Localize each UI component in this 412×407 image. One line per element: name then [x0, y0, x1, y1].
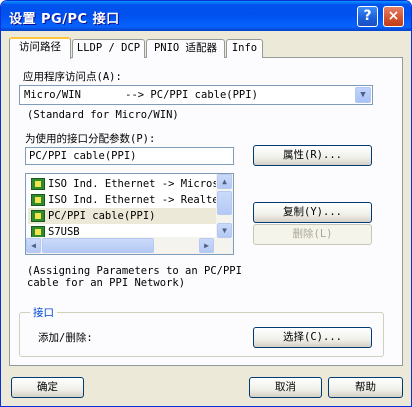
interface-description-line2: cable for an PPI Network)	[27, 277, 186, 289]
access-point-label: 应用程序访问点(A):	[23, 71, 122, 83]
scroll-right-icon[interactable]: ▶	[199, 238, 214, 253]
scroll-left-icon[interactable]: ◀	[26, 238, 41, 253]
close-icon: ×	[387, 8, 400, 24]
ok-button[interactable]: 确定	[11, 377, 84, 398]
add-remove-label: 添加/删除:	[38, 332, 93, 344]
access-point-select[interactable]: Micro/WIN --> PC/PPI cable(PPI) ▼	[19, 85, 373, 105]
interface-group-title: 接口	[30, 305, 57, 320]
dialog-window: 设置 PG/PC 接口 ? × 访问路径 LLDP / DCP PNIO 适配器…	[0, 0, 412, 407]
list-item[interactable]: ISO Ind. Ethernet -> Microso	[28, 176, 218, 192]
button-label: 属性(R)...	[283, 149, 342, 161]
button-label: 复制(Y)...	[283, 206, 342, 218]
question-icon: ?	[363, 8, 372, 24]
button-label: 帮助	[355, 381, 376, 393]
window-title: 设置 PG/PC 接口	[9, 12, 120, 27]
interface-description-line1: (Assigning Parameters to an PC/PPI	[27, 265, 242, 277]
cancel-button[interactable]: 取消	[249, 377, 322, 398]
horizontal-scrollbar[interactable]: ◀ ▶	[26, 237, 216, 254]
tab-label: PNIO 适配器	[153, 42, 218, 54]
vertical-scrollbar[interactable]: ▲ ▼	[216, 174, 233, 254]
list-item-label: ISO Ind. Ethernet -> Microso	[48, 178, 218, 190]
list-item-label: PC/PPI cable(PPI)	[48, 210, 156, 222]
tab-pnio-adapter[interactable]: PNIO 适配器	[146, 39, 225, 58]
chevron-down-icon[interactable]: ▼	[355, 87, 371, 103]
interface-group: 接口 添加/删除: 选择(C)...	[19, 305, 384, 357]
title-bar[interactable]: 设置 PG/PC 接口 ? ×	[1, 1, 411, 31]
network-adapter-icon	[31, 194, 45, 206]
close-button[interactable]: ×	[383, 6, 404, 27]
list-item-label: ISO Ind. Ethernet -> Realtek	[48, 194, 218, 206]
access-point-value: Micro/WIN --> PC/PPI cable(PPI)	[24, 89, 258, 101]
interface-param-field[interactable]: PC/PPI cable(PPI)	[25, 147, 234, 165]
tab-lldp-dcp[interactable]: LLDP / DCP	[72, 39, 145, 58]
tab-label: LLDP / DCP	[76, 42, 141, 54]
button-label: 选择(C)...	[283, 331, 342, 343]
tab-info[interactable]: Info	[226, 39, 263, 58]
scrollbar-thumb[interactable]	[217, 191, 232, 215]
help-button[interactable]: 帮助	[328, 377, 403, 398]
copy-button[interactable]: 复制(Y)...	[253, 202, 372, 223]
network-adapter-icon	[31, 178, 45, 190]
button-label: 删除(L)	[292, 228, 333, 240]
scroll-up-icon[interactable]: ▲	[217, 174, 232, 189]
interface-list[interactable]: ISO Ind. Ethernet -> Microso ISO Ind. Et…	[25, 173, 234, 255]
select-button[interactable]: 选择(C)...	[253, 327, 372, 348]
list-item[interactable]: PC/PPI cable(PPI)	[28, 208, 218, 224]
button-label: 确定	[37, 381, 58, 393]
interface-param-value: PC/PPI cable(PPI)	[29, 150, 137, 162]
button-label: 取消	[275, 381, 296, 393]
help-title-button[interactable]: ?	[357, 6, 378, 27]
tab-access-path[interactable]: 访问路径	[9, 37, 71, 59]
tab-label: Info	[231, 42, 258, 54]
interface-param-label: 为使用的接口分配参数(P):	[25, 133, 156, 145]
properties-button[interactable]: 属性(R)...	[253, 145, 372, 166]
network-adapter-icon	[31, 210, 45, 222]
delete-button[interactable]: 删除(L)	[253, 224, 372, 245]
access-point-description: (Standard for Micro/WIN)	[27, 109, 179, 121]
scroll-down-icon[interactable]: ▼	[217, 223, 232, 238]
scrollbar-thumb[interactable]	[42, 238, 154, 253]
tab-label: 访问路径	[19, 41, 61, 53]
list-item[interactable]: ISO Ind. Ethernet -> Realtek	[28, 192, 218, 208]
